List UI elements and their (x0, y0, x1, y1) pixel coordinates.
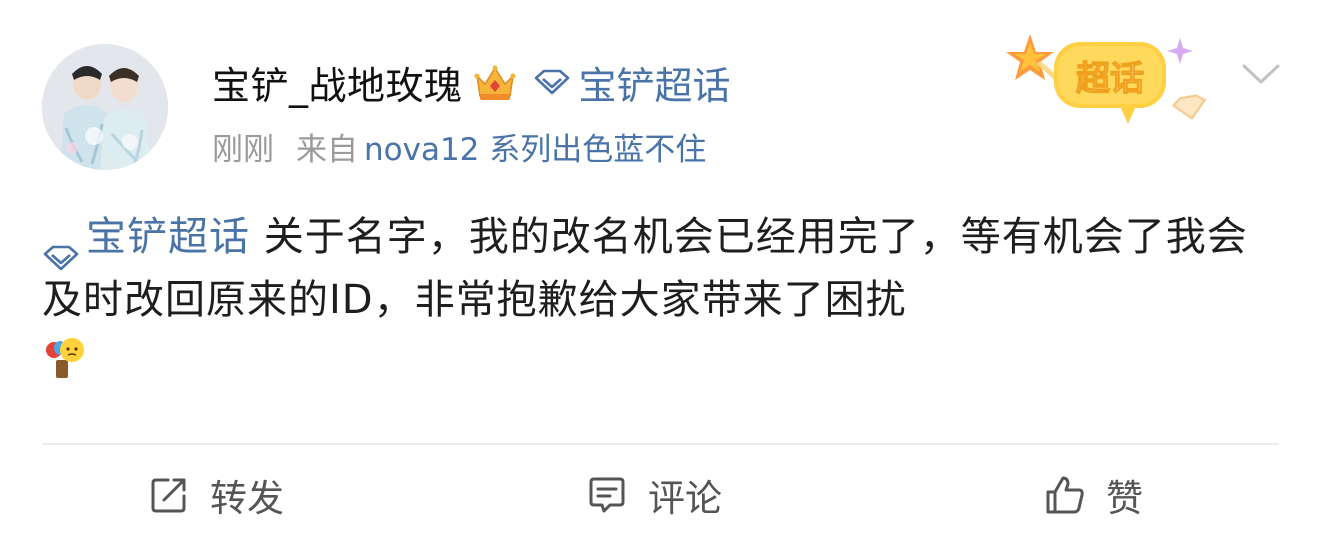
avatar-photo (42, 44, 168, 170)
content-topic-link[interactable]: 宝铲超话 (42, 206, 250, 270)
like-button[interactable]: 赞 (1044, 465, 1143, 525)
super-topic-link[interactable]: 宝铲超话 (533, 55, 731, 110)
post-meta: 刚刚 来自 nova12 系列出色蓝不住 (212, 124, 706, 169)
post-content: 宝铲超话 关于名字，我的改名机会已经用完了，等有机会了我会及时改回原来的ID，非… (42, 206, 1282, 382)
timestamp: 刚刚 (212, 132, 274, 168)
comment-icon (589, 477, 625, 513)
avatar[interactable] (42, 44, 168, 170)
divider (42, 443, 1279, 445)
chevron-down-icon[interactable] (1240, 58, 1282, 88)
super-topic-label[interactable]: 宝铲超话 (579, 55, 731, 110)
repost-button[interactable]: 转发 (148, 465, 284, 525)
comment-button[interactable]: 评论 (586, 465, 722, 525)
content-topic-label[interactable]: 宝铲超话 (86, 206, 250, 269)
source: 来自 nova12 系列出色蓝不住 (296, 124, 706, 169)
action-bar: 转发 评论 赞 (0, 465, 1320, 525)
source-prefix: 来自 (296, 132, 358, 168)
diamond-icon (533, 69, 571, 95)
emoji-icon (46, 338, 84, 378)
comment-label: 评论 (648, 477, 722, 520)
badge-text: 超话 (1076, 59, 1144, 99)
like-label: 赞 (1106, 477, 1143, 520)
repost-label: 转发 (210, 477, 284, 520)
super-topic-badge[interactable]: 超话 (1000, 30, 1220, 130)
diamond-icon (42, 225, 80, 270)
source-device[interactable]: nova12 系列出色蓝不住 (364, 124, 706, 169)
post-header: 宝铲_战地玫瑰 宝铲超话 (212, 56, 731, 108)
thumbs-up-icon (1046, 476, 1084, 514)
repost-icon (151, 478, 186, 513)
crown-icon (473, 62, 517, 102)
username[interactable]: 宝铲_战地玫瑰 (212, 55, 463, 110)
